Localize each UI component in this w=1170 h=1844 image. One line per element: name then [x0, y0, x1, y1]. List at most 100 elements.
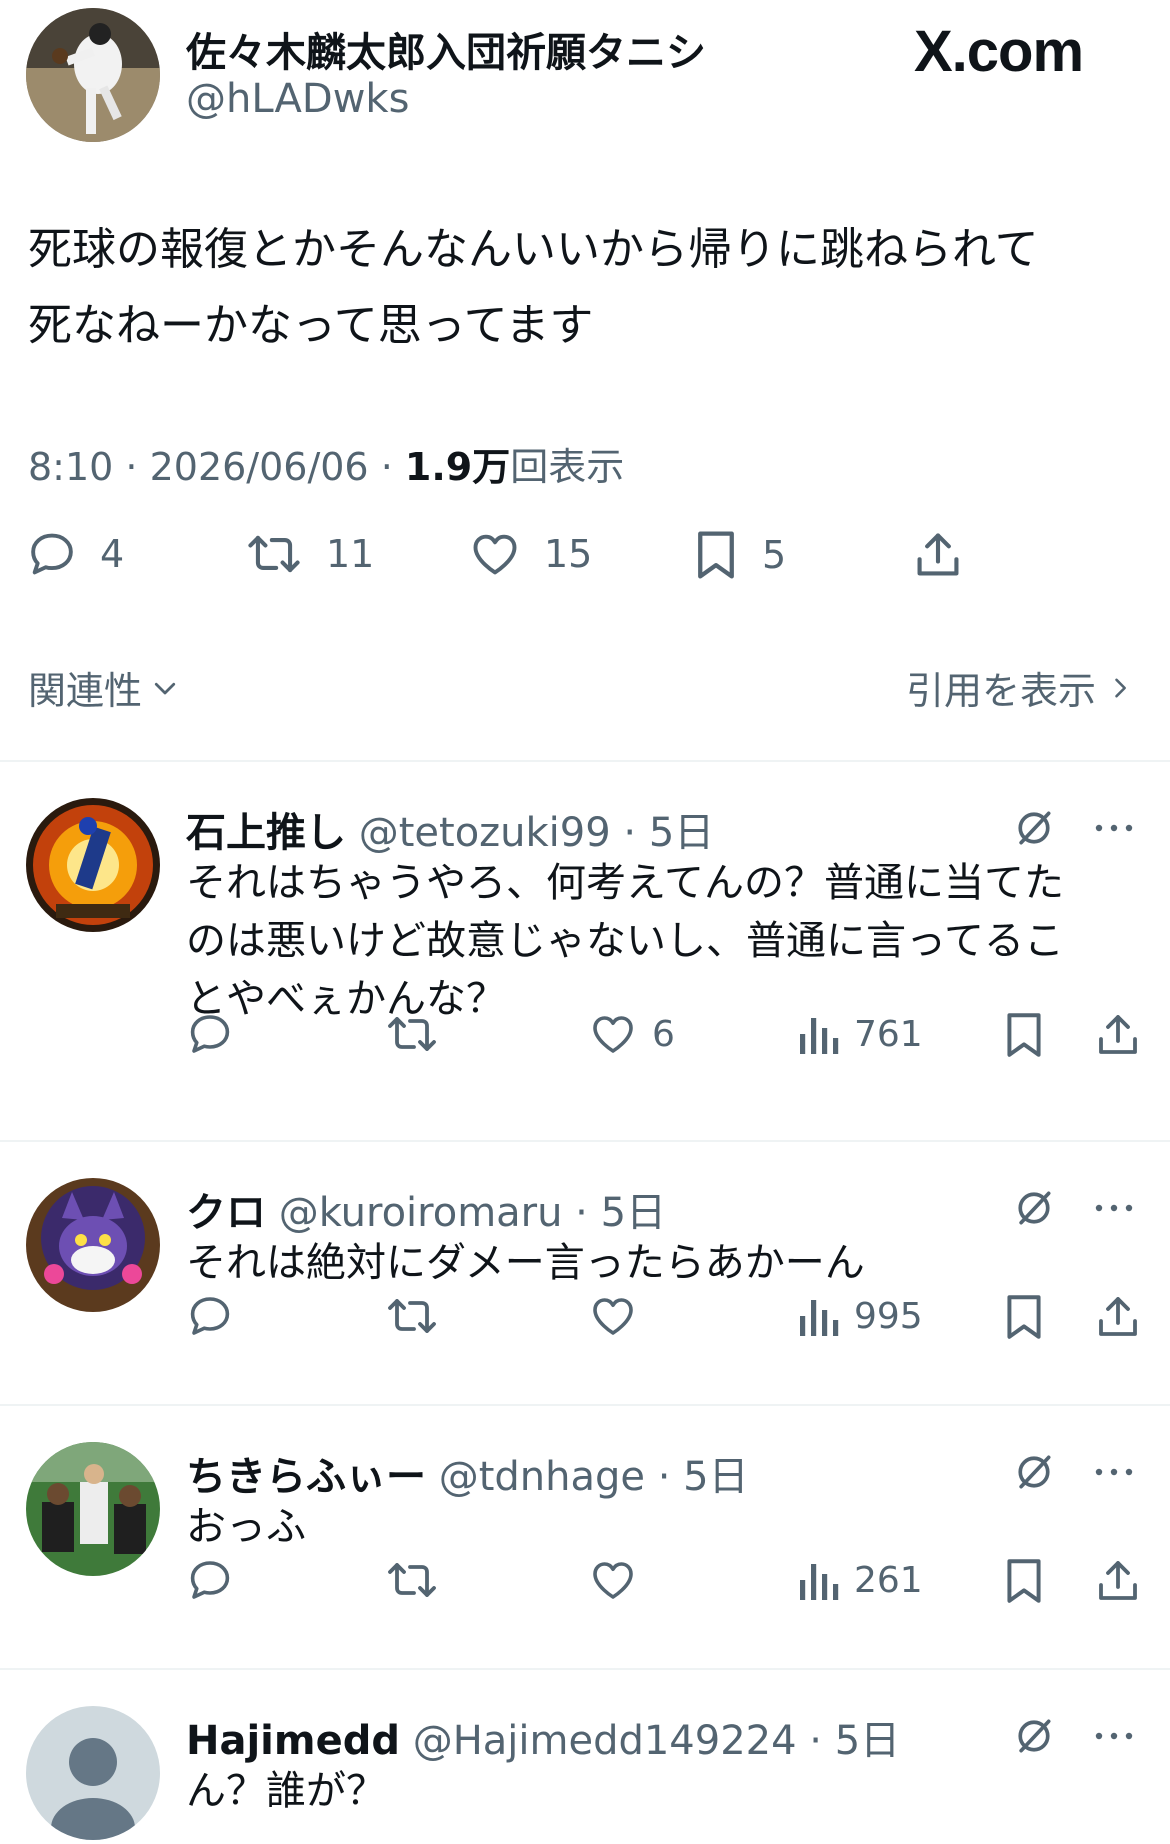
views-button[interactable]: 995	[796, 1292, 923, 1340]
meta-separator: ·	[610, 810, 649, 856]
share-icon	[1094, 1556, 1142, 1606]
site-brand: X.com	[914, 19, 1084, 84]
reply-display-name[interactable]: Hajimedd	[186, 1718, 400, 1764]
view-count: 995	[854, 1295, 923, 1337]
view-count-label: 回表示	[510, 445, 625, 489]
share-button[interactable]	[912, 528, 964, 582]
tweet-text-line: 死球の報復とかそんなんいいから帰りに跳ねられて	[28, 224, 1039, 275]
heart-icon	[588, 1292, 638, 1340]
repost-button[interactable]	[384, 1010, 440, 1058]
repost-button[interactable]	[384, 1556, 440, 1604]
meta-separator: ·	[796, 1718, 835, 1764]
like-button[interactable]: 15	[468, 528, 592, 580]
reply-button[interactable]	[186, 1010, 234, 1058]
analytics-icon	[796, 1010, 840, 1058]
author-handle[interactable]: @hLADwks	[186, 76, 409, 122]
reply-header: 石上推し @tetozuki99 · 5日	[186, 800, 714, 858]
bookmark-count: 5	[762, 533, 787, 577]
reply-avatar[interactable]	[26, 798, 160, 932]
tweet-time[interactable]: 8:10	[28, 445, 113, 489]
reply-display-name[interactable]: ちきらふぃー	[186, 1454, 426, 1500]
reply-action-bar: 995	[0, 1292, 1170, 1352]
reply-age[interactable]: 5日	[601, 1190, 666, 1236]
reply-text: それは絶対にダメー言ったらあかーん	[186, 1234, 1116, 1292]
repost-button[interactable]	[384, 1292, 440, 1340]
view-count: 761	[854, 1013, 923, 1055]
share-button[interactable]	[1094, 1010, 1142, 1060]
author-display-name[interactable]: 佐々木麟太郎入団祈願タニシ	[186, 20, 706, 78]
like-button[interactable]	[588, 1292, 638, 1340]
reply-avatar[interactable]	[26, 1706, 160, 1840]
reply-text-line: のは悪いけど故意じゃないし、普通に言ってるこ	[186, 918, 1064, 964]
reply-handle[interactable]: @tetozuki99	[359, 810, 611, 856]
grok-icon[interactable]	[1012, 806, 1056, 850]
views-button[interactable]: 261	[796, 1556, 923, 1604]
reply-icon	[26, 528, 78, 580]
tweet-date[interactable]: 2026/06/06	[150, 445, 369, 489]
grok-icon[interactable]	[1012, 1186, 1056, 1230]
reply-handle[interactable]: @Hajimedd149224	[413, 1718, 797, 1764]
reply-item[interactable]: Hajimedd @Hajimedd149224 · 5日 ん？誰が？	[0, 1670, 1170, 1844]
tweet-header: 佐々木麟太郎入団祈願タニシ @hLADwks X.com	[0, 0, 1170, 150]
reply-button[interactable]: 4	[26, 528, 124, 580]
chevron-right-icon	[1106, 673, 1134, 703]
reply-header: クロ @kuroiromaru · 5日	[186, 1180, 666, 1238]
like-button[interactable]: 6	[588, 1010, 675, 1058]
views-button[interactable]: 761	[796, 1010, 923, 1058]
repost-icon	[384, 1556, 440, 1604]
more-options-icon[interactable]	[1094, 822, 1134, 834]
grok-icon[interactable]	[1012, 1450, 1056, 1494]
heart-icon	[588, 1010, 638, 1058]
reply-text-line: おっふ	[186, 1504, 306, 1550]
sort-relevance-dropdown[interactable]: 関連性	[28, 660, 180, 715]
repost-icon	[384, 1292, 440, 1340]
meta-separator: ·	[368, 445, 405, 489]
reply-action-bar: 261	[0, 1556, 1170, 1616]
reply-text-line: それはちゃうやろ、何考えてんの？普通に当てた	[186, 860, 1064, 906]
bookmark-button[interactable]	[1002, 1556, 1046, 1606]
meta-separator: ·	[562, 1190, 601, 1236]
reply-age[interactable]: 5日	[835, 1718, 900, 1764]
reply-age[interactable]: 5日	[683, 1454, 748, 1500]
bookmark-icon	[692, 528, 740, 582]
reply-handle[interactable]: @tdnhage	[439, 1454, 645, 1500]
reply-sort-bar: 関連性 引用を表示	[0, 656, 1170, 715]
reply-icon	[186, 1292, 234, 1340]
share-button[interactable]	[1094, 1556, 1142, 1606]
heart-icon	[468, 528, 522, 580]
more-options-icon[interactable]	[1094, 1466, 1134, 1478]
view-quotes-label: 引用を表示	[905, 669, 1096, 713]
reply-button[interactable]	[186, 1556, 234, 1604]
repost-button[interactable]: 11	[244, 528, 374, 580]
reply-icon	[186, 1010, 234, 1058]
view-quotes-link[interactable]: 引用を表示	[906, 660, 1134, 715]
view-count: 261	[854, 1559, 923, 1601]
reply-text: おっふ	[186, 1498, 1116, 1556]
reply-age[interactable]: 5日	[649, 810, 714, 856]
bookmark-button[interactable]	[1002, 1010, 1046, 1060]
reply-header: Hajimedd @Hajimedd149224 · 5日	[186, 1708, 900, 1766]
reply-item[interactable]: 石上推し @tetozuki99 · 5日 それはちゃうやろ、何考えてんの？普通…	[0, 762, 1170, 1140]
like-button[interactable]	[588, 1556, 638, 1604]
grok-icon[interactable]	[1012, 1714, 1056, 1758]
reply-handle[interactable]: @kuroiromaru	[279, 1190, 563, 1236]
reply-button[interactable]	[186, 1292, 234, 1340]
reply-text-line: それは絶対にダメー言ったらあかーん	[186, 1240, 865, 1286]
chevron-down-icon	[150, 673, 180, 703]
reply-display-name[interactable]: クロ	[186, 1190, 266, 1236]
reply-header: ちきらふぃー @tdnhage · 5日	[186, 1444, 749, 1502]
bookmark-icon	[1002, 1292, 1046, 1342]
bookmark-button[interactable]	[1002, 1292, 1046, 1342]
more-options-icon[interactable]	[1094, 1730, 1134, 1742]
repost-count: 11	[326, 532, 375, 576]
reply-item[interactable]: ちきらふぃー @tdnhage · 5日 おっふ 261	[0, 1406, 1170, 1668]
author-avatar[interactable]	[26, 8, 160, 142]
repost-icon	[244, 528, 304, 580]
reply-item[interactable]: クロ @kuroiromaru · 5日 それは絶対にダメー言ったらあかーん 9…	[0, 1142, 1170, 1404]
reply-display-name[interactable]: 石上推し	[186, 810, 346, 856]
like-count: 6	[652, 1013, 675, 1055]
share-button[interactable]	[1094, 1292, 1142, 1342]
reply-icon	[186, 1556, 234, 1604]
more-options-icon[interactable]	[1094, 1202, 1134, 1214]
bookmark-button[interactable]: 5	[692, 528, 786, 582]
